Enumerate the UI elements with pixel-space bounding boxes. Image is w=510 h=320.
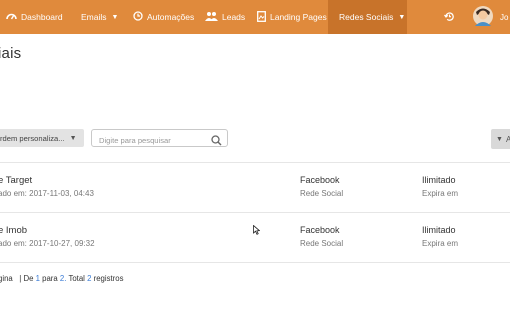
chevron-down-icon: ▼ (398, 13, 406, 21)
dashboard-icon (6, 11, 17, 24)
network-type: Rede Social (300, 239, 344, 248)
search-box (91, 129, 228, 149)
add-button[interactable]: ▼ A (491, 129, 510, 149)
limit-value: Ilimitado (422, 175, 456, 185)
pagination: gina | De 1 para 2. Total 2 registros (0, 274, 124, 283)
expires-label: Expira em (422, 239, 459, 248)
chevron-down-icon: ▼ (111, 13, 119, 21)
divider (0, 162, 510, 163)
add-button-label: A (505, 134, 510, 144)
account-name[interactable]: e Imob (0, 225, 27, 236)
nav-automacoes[interactable]: Automações (133, 0, 194, 34)
page-title: iais (0, 45, 22, 62)
divider (0, 262, 510, 263)
nav-landing-pages[interactable]: Landing Pages (257, 0, 327, 34)
expires-label: Expira em (422, 189, 459, 198)
users-icon (205, 11, 218, 23)
nav-landing-pages-label: Landing Pages (270, 12, 327, 22)
history-button[interactable] (444, 0, 455, 34)
search-input[interactable] (92, 132, 202, 149)
chevron-down-icon: ▼ (496, 135, 503, 143)
network-name: Facebook (300, 225, 340, 235)
search-icon[interactable] (211, 133, 222, 151)
nav-dashboard[interactable]: Dashboard (6, 0, 63, 34)
pagination-de: | De (19, 274, 34, 283)
pagination-prefix: gina (0, 274, 13, 283)
order-dropdown-label: rdem personaliza... (0, 133, 65, 143)
nav-leads[interactable]: Leads (205, 0, 245, 34)
pagination-para: para (42, 274, 58, 283)
nav-redes-sociais-label: Redes Sociais (339, 12, 394, 22)
nav-emails[interactable]: Emails ▼ (81, 0, 118, 34)
network-name: Facebook (300, 175, 340, 185)
nav-dashboard-label: Dashboard (21, 12, 63, 22)
network-type: Rede Social (300, 189, 344, 198)
nav-redes-sociais[interactable]: Redes Sociais ▼ (328, 0, 407, 34)
chevron-down-icon: ▼ (69, 134, 77, 142)
history-icon (444, 11, 455, 24)
user-name: Jo (500, 12, 509, 22)
pagination-count: 2 (87, 274, 92, 283)
account-date: ado em: 2017-11-03, 04:43 (0, 189, 94, 198)
clock-icon (133, 11, 143, 23)
pagination-from[interactable]: 1 (36, 274, 40, 283)
nav-automacoes-label: Automações (147, 12, 195, 22)
top-navigation-bar: Dashboard Emails ▼ Automações Leads Land… (0, 0, 510, 34)
list-item[interactable]: e Target ado em: 2017-11-03, 04:43 Faceb… (0, 175, 510, 225)
divider (0, 212, 510, 213)
pagination-total: Total (68, 274, 85, 283)
pagination-to[interactable]: 2. (60, 274, 67, 283)
mouse-cursor-icon (253, 222, 261, 240)
limit-value: Ilimitado (422, 225, 456, 235)
page-icon (257, 10, 266, 24)
user-menu[interactable]: Jo (473, 0, 508, 34)
nav-emails-label: Emails (81, 12, 107, 22)
account-name[interactable]: e Target (0, 175, 32, 186)
account-date: ado em: 2017-10-27, 09:32 (0, 239, 95, 248)
nav-leads-label: Leads (222, 12, 246, 22)
pagination-registros: registros (93, 274, 124, 283)
avatar (473, 5, 493, 29)
order-dropdown[interactable]: rdem personaliza... ▼ (0, 129, 84, 147)
